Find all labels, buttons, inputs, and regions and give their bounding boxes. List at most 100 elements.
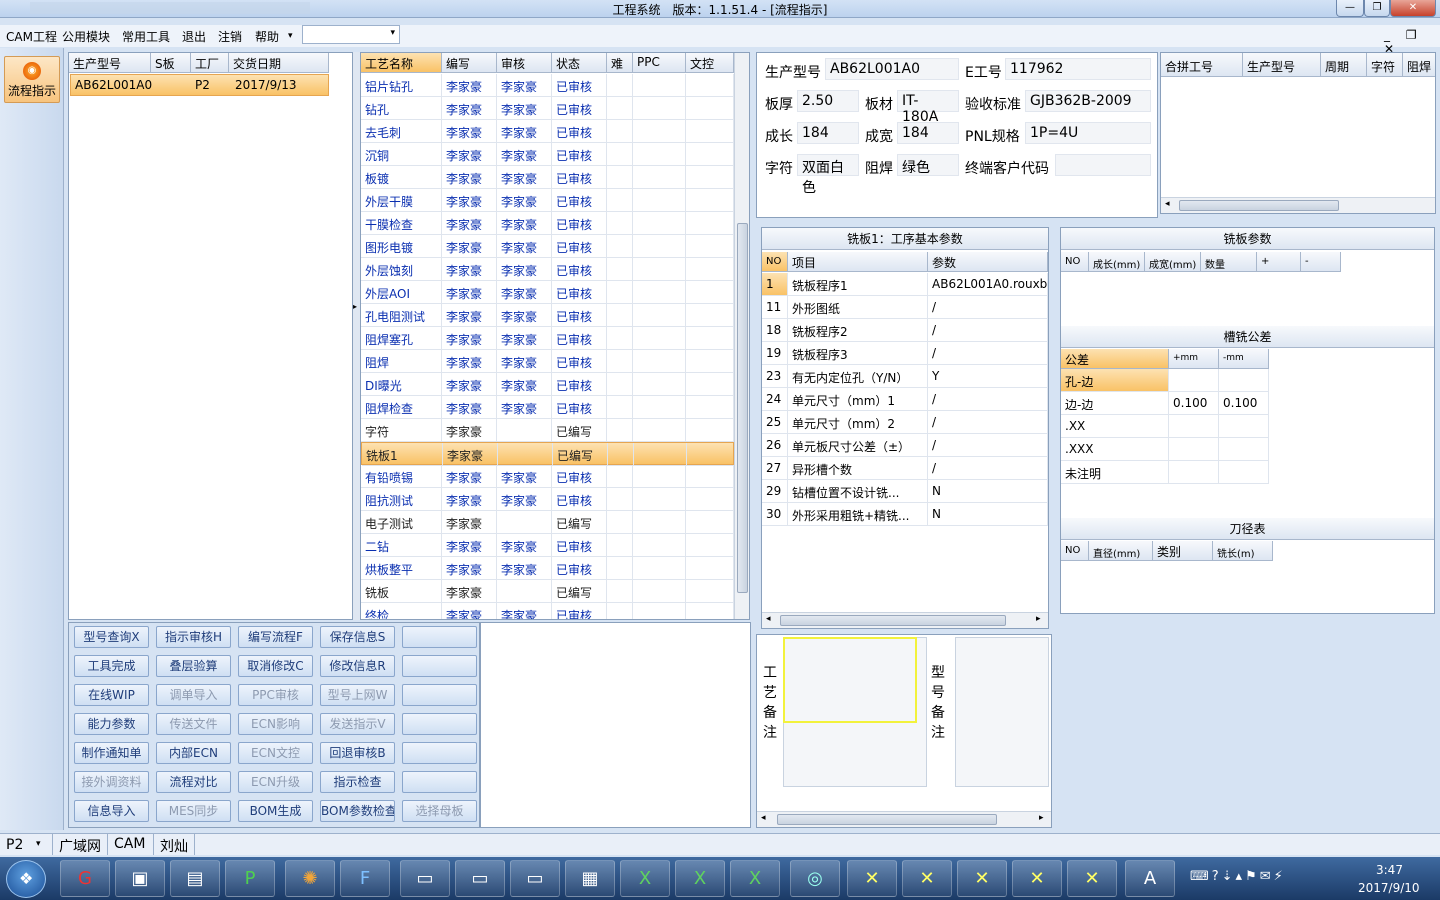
window-app-icon-1[interactable]: ▭	[400, 860, 450, 897]
action-button[interactable]: 发送指示V	[320, 713, 395, 735]
proc-col-author[interactable]: 编写	[442, 53, 497, 73]
scanner-app-icon[interactable]: ▤	[170, 860, 220, 897]
action-button[interactable]: 型号上网W	[320, 684, 395, 706]
length-value[interactable]: 184	[797, 122, 859, 144]
save-app-icon[interactable]: ▣	[115, 860, 165, 897]
nav-flow-button[interactable]: ◉ 流程指示	[4, 56, 60, 103]
excel-icon-1[interactable]: X	[620, 860, 670, 897]
menu-combo[interactable]: ▾	[302, 25, 400, 44]
tolerance-col[interactable]: -mm	[1219, 349, 1269, 369]
action-button[interactable]: BOM生成	[238, 800, 313, 822]
tools-col[interactable]: 直径(mm)	[1089, 541, 1153, 561]
model-value[interactable]: AB62L001A0	[825, 58, 959, 80]
notes-scroll-right-icon[interactable]: ▸	[1039, 813, 1044, 823]
action-button[interactable]: 取消修改C	[238, 655, 313, 677]
proc-col-reviewer[interactable]: 审核	[497, 53, 552, 73]
x-window-icon-4[interactable]: ✕	[1012, 860, 1062, 897]
mill-params-col[interactable]: 成宽(mm)	[1145, 252, 1201, 272]
table-row[interactable]: 字符 李家豪 已编写	[361, 419, 734, 442]
notes-scroll-thumb[interactable]	[777, 814, 997, 825]
mill-params-col[interactable]: 成长(mm)	[1089, 252, 1145, 272]
excel-icon-3[interactable]: X	[730, 860, 780, 897]
merge-col-mask[interactable]: 阻焊	[1403, 53, 1435, 77]
action-button[interactable]: 指示检查	[320, 771, 395, 793]
action-button[interactable]: 指示审核H	[156, 626, 231, 648]
tolerance-col[interactable]: 公差	[1061, 349, 1169, 369]
action-button[interactable]: 选择母板	[402, 800, 477, 822]
merge-col-eno[interactable]: 合拼工号	[1161, 53, 1243, 77]
action-button[interactable]: 编写流程F	[238, 626, 313, 648]
action-button[interactable]	[402, 771, 477, 793]
tools-col[interactable]: NO	[1061, 541, 1089, 561]
plant-select[interactable]: P2	[6, 837, 23, 853]
maximize-button[interactable]: ❐	[1364, 0, 1390, 17]
params-scroll-left-icon[interactable]: ◂	[766, 614, 771, 624]
table-row[interactable]: 烘板整平 李家豪 李家豪 已审核	[361, 557, 734, 580]
params-scroll-thumb[interactable]	[780, 615, 1006, 626]
pnl-value[interactable]: 1P=4U	[1025, 122, 1151, 144]
mill-params-col[interactable]: +	[1257, 252, 1301, 272]
splitter[interactable]: ▸	[353, 52, 360, 620]
action-button[interactable]: ECN影响	[238, 713, 313, 735]
action-button[interactable]: 制作通知单	[74, 742, 149, 764]
action-button[interactable]: ECN文控	[238, 742, 313, 764]
x-window-icon-1[interactable]: ✕	[847, 860, 897, 897]
merge-col-char[interactable]: 字符	[1367, 53, 1403, 77]
mill-params-col[interactable]: 数量	[1201, 252, 1257, 272]
action-button[interactable]: MES同步	[156, 800, 231, 822]
model-note-textarea[interactable]	[955, 637, 1049, 787]
table-row[interactable]: 铝片钻孔 李家豪 李家豪 已审核	[361, 74, 734, 97]
plant-dropdown-icon[interactable]: ▾	[36, 839, 41, 849]
table-row[interactable]: 外层蚀刻 李家豪 李家豪 已审核	[361, 258, 734, 281]
process-scrollbar[interactable]	[734, 53, 749, 619]
standard-value[interactable]: GJB362B-2009	[1025, 90, 1151, 112]
table-row[interactable]: 孔电阻测试 李家豪 李家豪 已审核	[361, 304, 734, 327]
params-col-item[interactable]: 项目	[788, 252, 928, 272]
notes-hscrollbar[interactable]: ◂ ▸	[757, 811, 1051, 827]
proc-col-name[interactable]: 工艺名称	[361, 53, 442, 73]
proc-col-status[interactable]: 状态	[552, 53, 607, 73]
action-button[interactable]: 在线WIP	[74, 684, 149, 706]
params-scroll-right-icon[interactable]: ▸	[1036, 614, 1041, 624]
window-app-icon-3[interactable]: ▭	[510, 860, 560, 897]
action-button[interactable]	[402, 655, 477, 677]
order-col-date[interactable]: 交货日期	[229, 53, 329, 73]
menu-exit[interactable]: 退出	[182, 28, 206, 45]
action-button[interactable]: BOM参数检查	[320, 800, 395, 822]
order-col-model[interactable]: 生产型号	[69, 53, 151, 73]
mill-params-col[interactable]: -	[1301, 252, 1341, 272]
shell-app-icon[interactable]: ✺	[285, 860, 335, 897]
table-row[interactable]: DI曝光 李家豪 李家豪 已审核	[361, 373, 734, 396]
action-button[interactable]	[402, 684, 477, 706]
table-row[interactable]: 有铅喷锡 李家豪 李家豪 已审核	[361, 465, 734, 488]
table-row[interactable]: 沉铜 李家豪 李家豪 已审核	[361, 143, 734, 166]
action-button[interactable]	[402, 742, 477, 764]
action-button[interactable]: 回退审核B	[320, 742, 395, 764]
text-app-icon[interactable]: A	[1125, 860, 1175, 897]
merge-scroll-thumb[interactable]	[1179, 200, 1339, 211]
table-row[interactable]: 铣板1 李家豪 已编写	[361, 442, 735, 466]
app-icon-red[interactable]: G	[60, 860, 110, 897]
notes-scroll-left-icon[interactable]: ◂	[761, 813, 766, 823]
action-button[interactable]: 保存信息S	[320, 626, 395, 648]
excel-icon-2[interactable]: X	[675, 860, 725, 897]
tools-col[interactable]: 类别	[1153, 541, 1213, 561]
menu-common-module[interactable]: 公用模块	[62, 28, 110, 45]
tools-col[interactable]: 铣长(m)	[1213, 541, 1273, 561]
width-value[interactable]: 184	[897, 122, 959, 144]
calculator-icon[interactable]: ▦	[565, 860, 615, 897]
table-row[interactable]: 铣板 李家豪 已编写	[361, 580, 734, 603]
char-value[interactable]: 双面白色	[797, 154, 859, 196]
table-row[interactable]: 阻抗测试 李家豪 李家豪 已审核	[361, 488, 734, 511]
window-app-icon-2[interactable]: ▭	[455, 860, 505, 897]
action-button[interactable]: 工具完成	[74, 655, 149, 677]
material-value[interactable]: IT-180A	[897, 90, 959, 125]
table-row[interactable]: 外层干膜 李家豪 李家豪 已审核	[361, 189, 734, 212]
table-row[interactable]: 电子测试 李家豪 已编写	[361, 511, 734, 534]
menu-overflow-icon[interactable]: ▾	[288, 31, 293, 41]
minimize-button[interactable]: —	[1336, 0, 1364, 17]
menu-help[interactable]: 帮助	[255, 28, 279, 45]
table-row[interactable]: 阻焊检查 李家豪 李家豪 已审核	[361, 396, 734, 419]
action-button[interactable]: 修改信息R	[320, 655, 395, 677]
action-button[interactable]	[402, 626, 477, 648]
